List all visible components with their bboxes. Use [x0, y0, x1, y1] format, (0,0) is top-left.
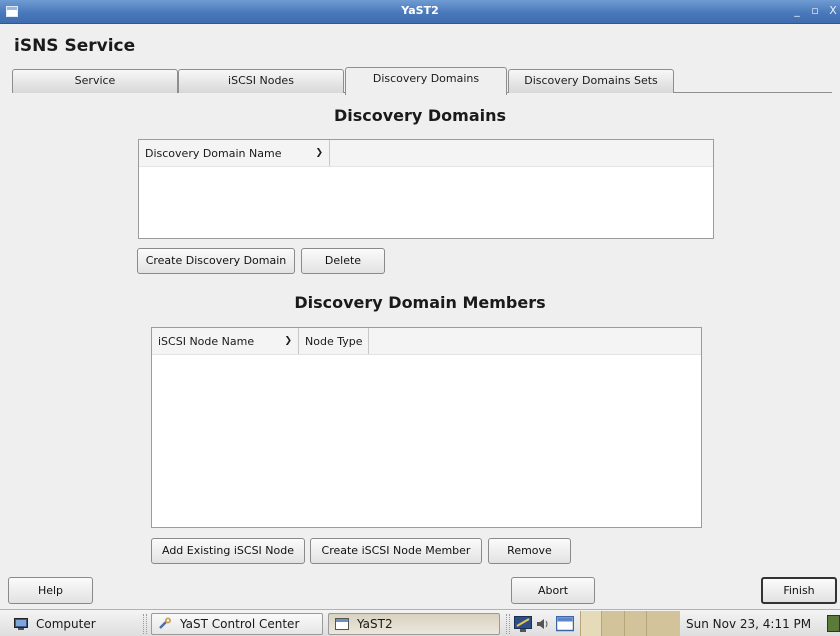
finish-button[interactable]: Finish	[761, 577, 837, 604]
remove-member-button[interactable]: Remove	[488, 538, 571, 564]
yast2-label: YaST2	[357, 617, 393, 631]
add-existing-iscsi-node-button[interactable]: Add Existing iSCSI Node	[151, 538, 305, 564]
tab-discovery-domains-sets[interactable]: Discovery Domains Sets	[508, 69, 674, 93]
domain-name-column-label: Discovery Domain Name	[145, 146, 282, 160]
create-iscsi-node-member-button[interactable]: Create iSCSI Node Member	[310, 538, 482, 564]
workspace-1[interactable]	[581, 611, 602, 636]
tab-discovery-domains[interactable]: Discovery Domains	[345, 67, 507, 95]
members-heading: Discovery Domain Members	[294, 293, 546, 312]
taskbar-grip[interactable]	[506, 614, 510, 634]
node-type-column-header[interactable]: Node Type	[299, 328, 370, 354]
window-icon	[335, 618, 349, 630]
domains-heading: Discovery Domains	[333, 106, 507, 125]
domains-table-header: Discovery Domain Name ❯	[139, 140, 713, 167]
computer-icon	[14, 618, 28, 630]
volume-icon	[537, 619, 548, 629]
computer-label: Computer	[36, 617, 96, 631]
minimize-button[interactable]: _	[790, 3, 804, 19]
window-titlebar: YaST2 _ ▫ X	[0, 0, 840, 24]
maximize-button[interactable]: ▫	[808, 3, 822, 19]
window-title: YaST2	[401, 4, 439, 17]
members-table[interactable]: iSCSI Node Name ❯ Node Type	[151, 327, 702, 528]
chevron-down-icon: ❯	[284, 336, 292, 346]
taskbar-grip[interactable]	[143, 614, 147, 634]
chevron-down-icon: ❯	[315, 148, 323, 158]
node-name-column-header[interactable]: iSCSI Node Name ❯	[152, 328, 299, 354]
taskbar-yast2[interactable]: YaST2	[328, 613, 500, 635]
tab-iscsi-nodes[interactable]: iSCSI Nodes	[178, 69, 344, 93]
computer-menu-button[interactable]: Computer	[14, 613, 96, 635]
help-button[interactable]: Help	[8, 577, 93, 604]
tray-icon[interactable]	[827, 615, 840, 632]
node-name-column-label: iSCSI Node Name	[158, 334, 255, 348]
show-desktop-button[interactable]	[556, 613, 574, 635]
domain-name-column-header[interactable]: Discovery Domain Name ❯	[139, 140, 330, 166]
close-button[interactable]: X	[826, 3, 840, 19]
abort-button[interactable]: Abort	[511, 577, 595, 604]
network-icon	[514, 616, 532, 632]
show-desktop-icon	[556, 616, 574, 632]
domains-table[interactable]: Discovery Domain Name ❯	[138, 139, 714, 239]
network-status[interactable]	[514, 613, 532, 635]
node-type-column-label: Node Type	[305, 334, 363, 348]
yast-control-center-label: YaST Control Center	[180, 617, 300, 631]
delete-domain-button[interactable]: Delete	[301, 248, 385, 274]
create-discovery-domain-button[interactable]: Create Discovery Domain	[137, 248, 295, 274]
taskbar-yast-control-center[interactable]: YaST Control Center	[151, 613, 323, 635]
volume-control[interactable]	[536, 613, 550, 635]
tab-service[interactable]: Service	[12, 69, 178, 93]
members-table-header: iSCSI Node Name ❯ Node Type	[152, 328, 701, 355]
clock[interactable]: Sun Nov 23, 4:11 PM	[686, 613, 811, 635]
yast-control-center-icon	[159, 617, 171, 629]
workspace-switcher[interactable]	[580, 611, 680, 636]
taskbar: Computer YaST Control Center YaST2 Sun N…	[0, 609, 840, 636]
page-title: iSNS Service	[14, 36, 136, 56]
